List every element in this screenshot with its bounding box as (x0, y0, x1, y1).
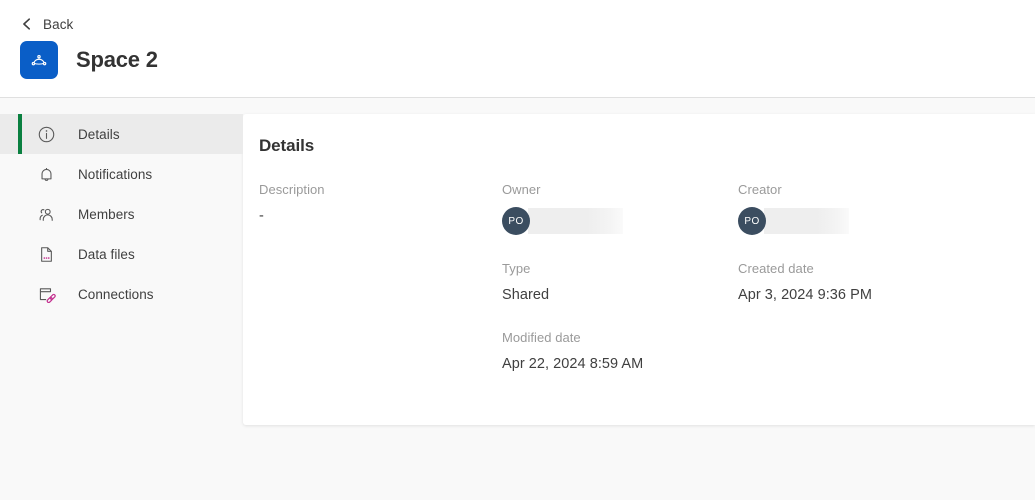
page-body: Details Notifications Members Data files… (0, 98, 1035, 500)
back-label: Back (43, 16, 74, 32)
sidebar-nav: Details Notifications Members Data files… (0, 98, 243, 500)
back-button[interactable]: Back (20, 0, 90, 38)
details-panel: Details Description - Owner PO Type Shar… (243, 114, 1035, 425)
redacted-owner-name (528, 208, 623, 234)
sidebar-item-label: Details (78, 126, 120, 142)
field-creator: Creator PO (738, 182, 1035, 235)
app-root: Back Space 2 Details Notifications Membe… (0, 0, 1035, 500)
field-modified-date: Modified date Apr 22, 2024 8:59 AM (502, 330, 738, 373)
sidebar-item-label: Members (78, 206, 135, 222)
info-circle-icon (36, 124, 56, 144)
sidebar-item-label: Notifications (78, 166, 153, 182)
field-value: Apr 22, 2024 8:59 AM (502, 356, 644, 372)
bell-icon (36, 164, 56, 184)
sidebar-item-label: Connections (78, 286, 154, 302)
field-label: Description (259, 182, 325, 197)
creator-user: PO (738, 207, 1035, 235)
space-title-row: Space 2 (20, 41, 1015, 79)
field-type: Type Shared (502, 261, 738, 304)
sidebar-item-members[interactable]: Members (0, 194, 243, 234)
field-label: Owner (502, 182, 541, 197)
field-value: Shared (502, 287, 550, 303)
members-icon (36, 204, 56, 224)
description-column: Description - (259, 182, 502, 225)
space-logo-icon (20, 41, 58, 79)
chevron-left-icon (20, 17, 34, 31)
owner-column: Owner PO Type Shared Modified date Apr 2… (502, 182, 738, 373)
field-value: - (259, 208, 264, 224)
field-created-date: Created date Apr 3, 2024 9:36 PM (738, 261, 1035, 304)
content-area: Details Description - Owner PO Type Shar… (243, 98, 1035, 500)
sidebar-item-label: Data files (78, 246, 135, 262)
page-title: Space 2 (76, 47, 158, 72)
field-owner: Owner PO (502, 182, 738, 235)
avatar: PO (502, 207, 530, 235)
sidebar-item-notifications[interactable]: Notifications (0, 154, 243, 194)
field-label: Modified date (502, 330, 581, 345)
panel-title: Details (259, 136, 315, 155)
owner-user: PO (502, 207, 738, 235)
page-header: Back Space 2 (0, 0, 1035, 98)
data-file-icon (36, 244, 56, 264)
sidebar-item-data-files[interactable]: Data files (0, 234, 243, 274)
details-fields: Description - Owner PO Type Shared Modif… (259, 182, 1035, 373)
redacted-creator-name (764, 208, 849, 234)
field-label: Type (502, 261, 531, 276)
creator-column: Creator PO Created date Apr 3, 2024 9:36… (738, 182, 1035, 330)
field-description: Description - (259, 182, 502, 225)
field-label: Created date (738, 261, 814, 276)
sidebar-item-details[interactable]: Details (0, 114, 243, 154)
sidebar-item-connections[interactable]: Connections (0, 274, 243, 314)
field-value: Apr 3, 2024 9:36 PM (738, 287, 872, 303)
field-label: Creator (738, 182, 782, 197)
avatar: PO (738, 207, 766, 235)
connections-icon (36, 284, 56, 304)
